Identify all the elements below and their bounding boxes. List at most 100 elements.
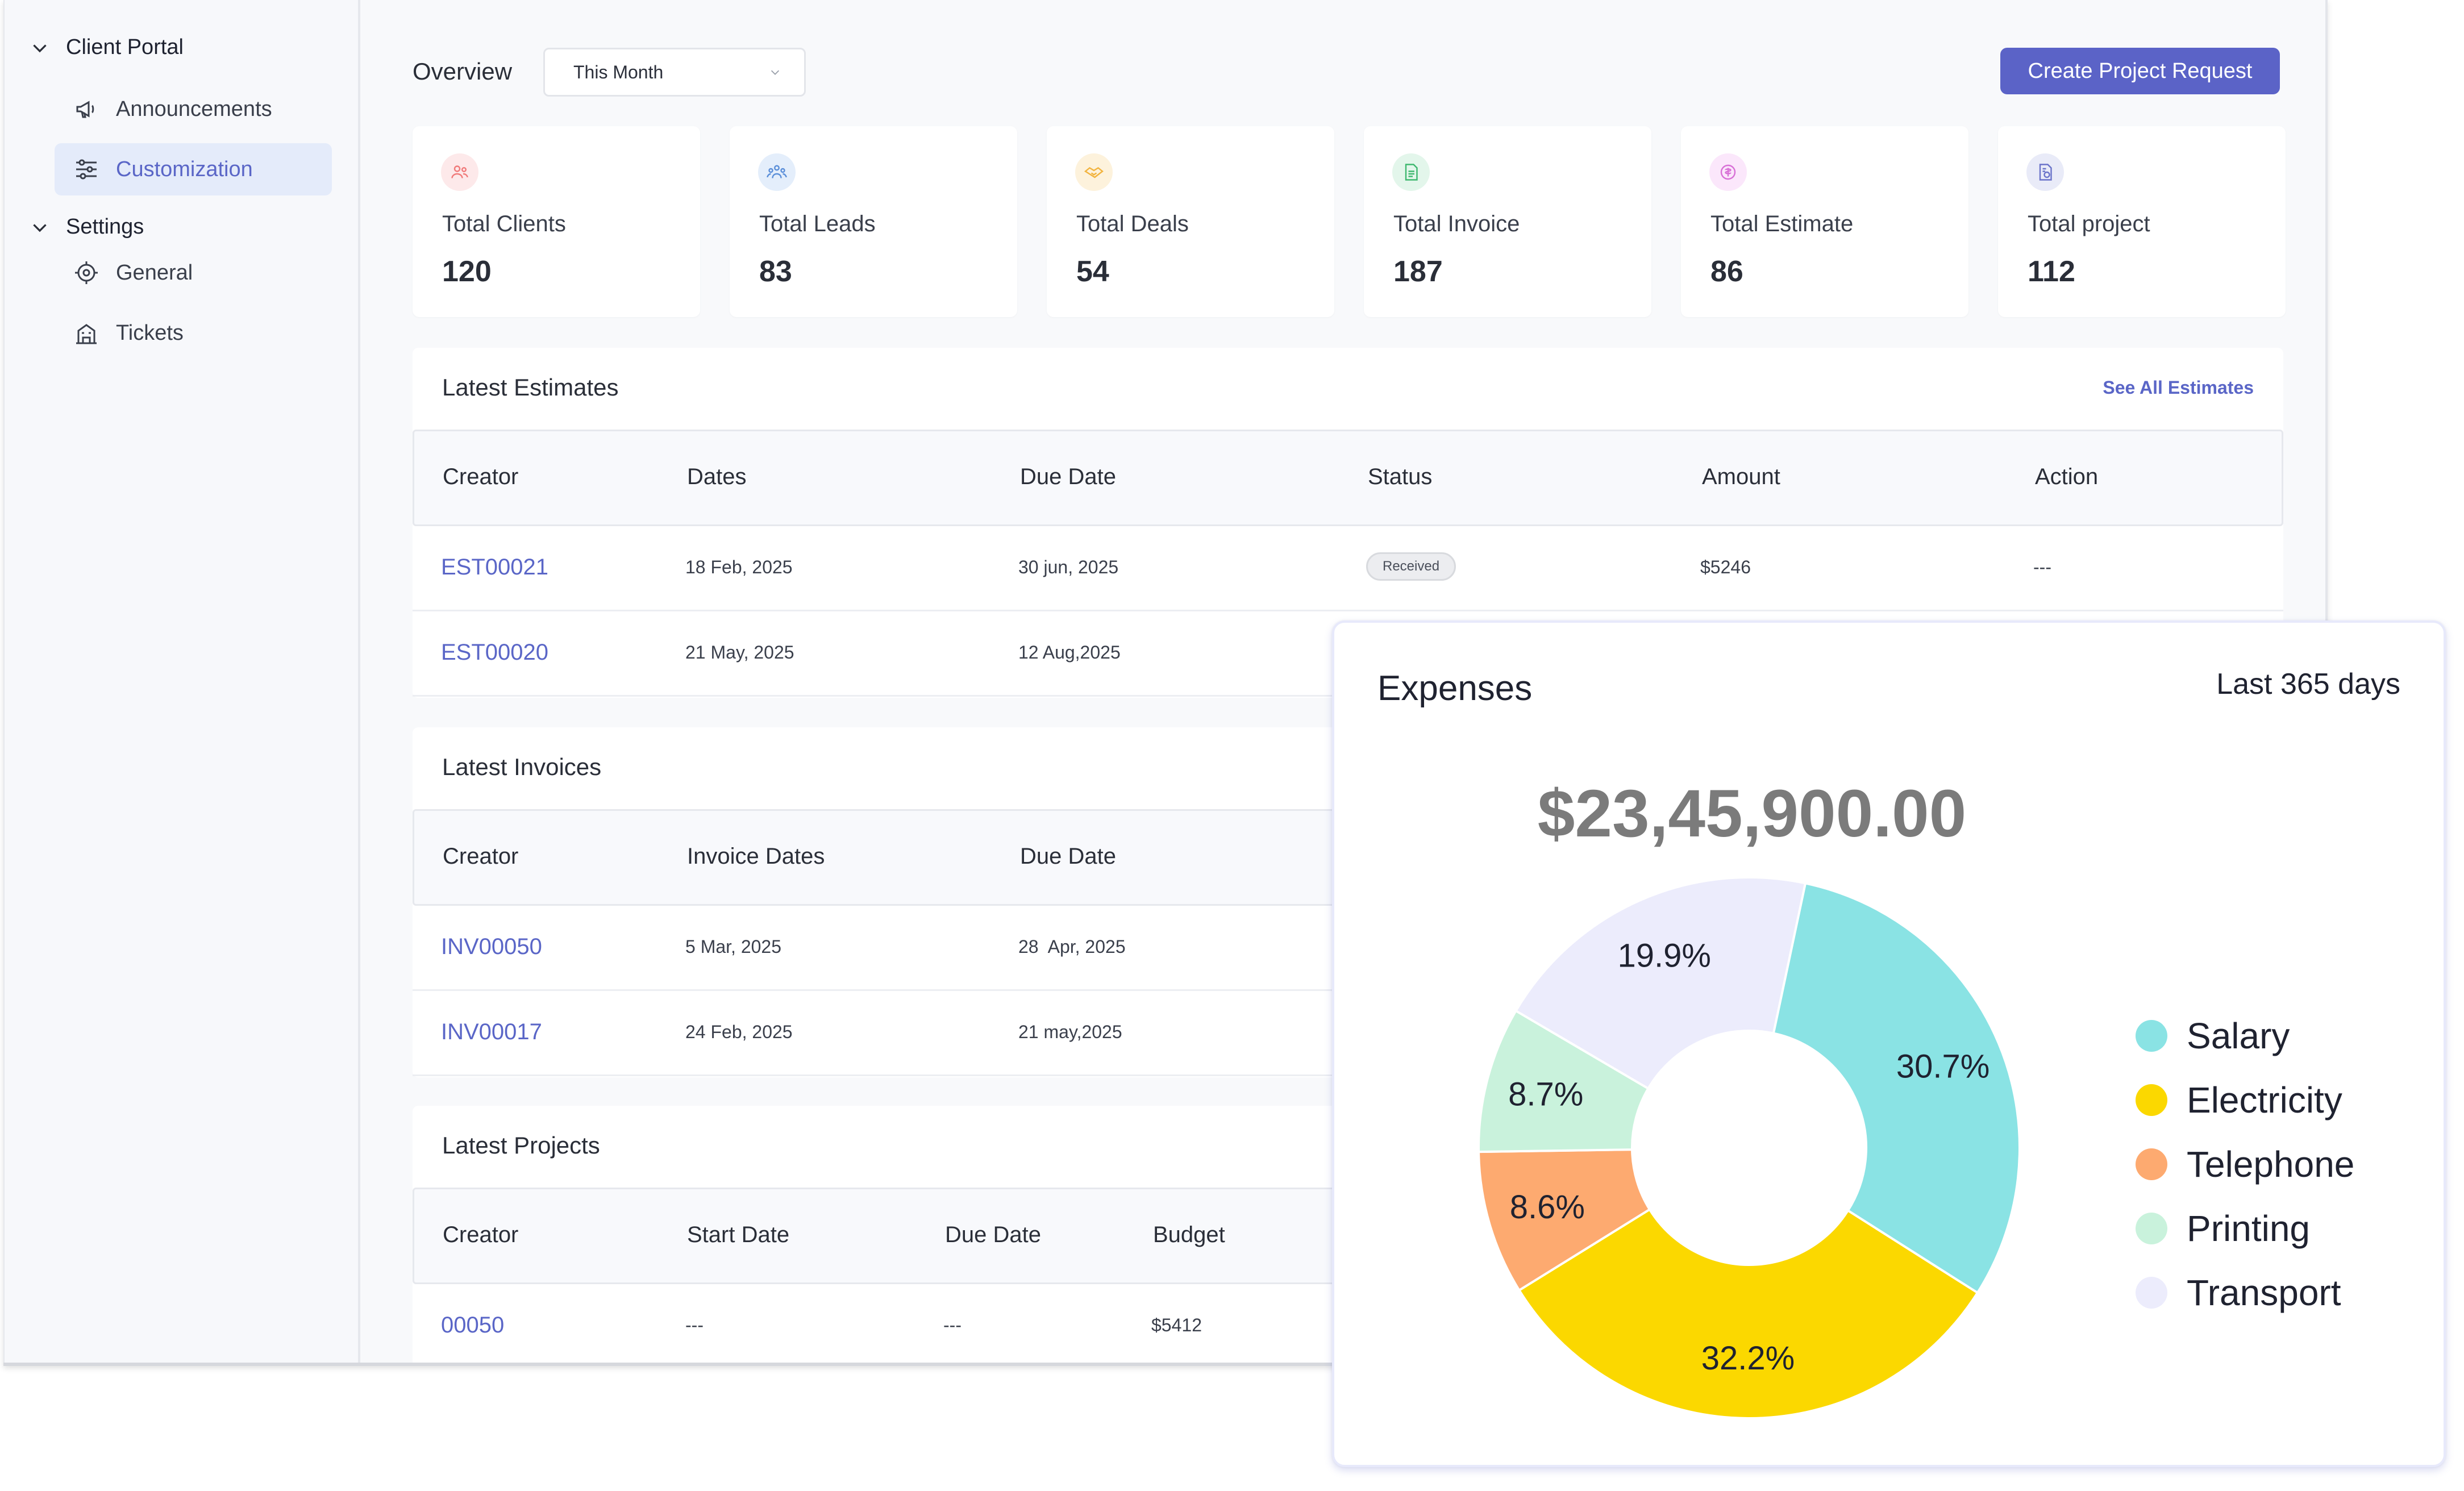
legend-swatch (2136, 1020, 2167, 1052)
estimate-amount: $5246 (1700, 557, 1751, 577)
sidebar-group-settings[interactable]: Settings (30, 215, 144, 239)
target-icon (75, 261, 98, 284)
period-select-value: This Month (573, 61, 664, 82)
megaphone-icon (76, 101, 94, 118)
expenses-title: Expenses (1377, 669, 1533, 708)
sidebar-item-label: Tickets (116, 320, 184, 345)
invoice-icon (1392, 153, 1430, 191)
project-budget: $5412 (1151, 1315, 1202, 1335)
sliders-icon (76, 159, 97, 180)
estimate-date: 21 May, 2025 (685, 642, 794, 663)
stat-value: 120 (442, 255, 492, 288)
invoice-due-date: 28 Apr, 2025 (1018, 936, 1126, 957)
panel-title: Latest Invoices (442, 753, 602, 780)
stat-card-deals[interactable]: Total Deals 54 (1047, 126, 1334, 317)
stat-label: Total Estimate (1710, 211, 1854, 236)
stat-card-invoice[interactable]: Total Invoice 187 (1364, 126, 1651, 317)
column-header[interactable]: Status (1368, 464, 1432, 490)
page-title: Overview (413, 58, 513, 85)
column-header[interactable]: Start Date (687, 1222, 789, 1248)
chevron-down-icon (771, 70, 780, 75)
stat-value: 86 (1710, 255, 1743, 288)
legend-item-electricity[interactable]: Electricity (2136, 1079, 2342, 1121)
table-header: Creator Dates Due Date Status Amount Act… (413, 430, 2283, 526)
column-header[interactable]: Due Date (1020, 844, 1116, 869)
column-header[interactable]: Dates (687, 464, 747, 490)
legend-swatch (2136, 1148, 2167, 1180)
estimate-due-date: 30 jun, 2025 (1018, 557, 1119, 577)
period-select[interactable]: This Month (543, 48, 806, 97)
project-icon (2026, 153, 2064, 191)
legend-label: Telephone (2187, 1144, 2355, 1185)
column-header[interactable]: Action (2035, 464, 2098, 490)
clients-icon (441, 153, 478, 191)
estimate-due-date: 12 Aug,2025 (1018, 642, 1121, 663)
building-icon (76, 324, 97, 344)
stat-card-leads[interactable]: Total Leads 83 (730, 126, 1017, 317)
estimate-date: 18 Feb, 2025 (685, 557, 793, 577)
column-header[interactable]: Creator (443, 464, 518, 490)
sidebar-item-label: Announcements (116, 97, 272, 121)
sidebar-item-tickets[interactable]: Tickets (55, 307, 332, 359)
sidebar-group-label: Client Portal (66, 35, 184, 59)
legend-swatch (2136, 1213, 2167, 1244)
stat-value: 54 (1076, 255, 1109, 288)
stat-label: Total project (2028, 211, 2150, 236)
panel-title: Latest Estimates (442, 374, 619, 401)
panel-title: Latest Projects (442, 1132, 600, 1159)
handshake-icon (1075, 153, 1113, 191)
expenses-total: $23,45,900.00 (1537, 776, 1967, 851)
stat-label: Total Invoice (1393, 211, 1520, 236)
invoice-id-link[interactable]: INV00050 (441, 934, 542, 960)
pie-slice-salary[interactable] (1772, 882, 2021, 1294)
slice-label-salary: 30.7% (1896, 1048, 1989, 1085)
row-action[interactable]: --- (2033, 557, 2051, 578)
project-due-date: --- (943, 1315, 962, 1335)
column-header[interactable]: Due Date (1020, 464, 1116, 490)
sidebar-item-label: General (116, 260, 193, 285)
legend-item-transport[interactable]: Transport (2136, 1272, 2341, 1314)
estimate-id-link[interactable]: EST00020 (441, 640, 548, 665)
column-header[interactable]: Budget (1153, 1222, 1225, 1248)
column-header[interactable]: Amount (1702, 464, 1780, 490)
estimate-icon (1709, 153, 1747, 191)
stat-card-project[interactable]: Total project 112 (1998, 126, 2286, 317)
sidebar-item-customization[interactable]: Customization (55, 143, 332, 195)
expenses-range[interactable]: Last 365 days (2216, 667, 2400, 701)
stat-card-clients[interactable]: Total Clients 120 (413, 126, 700, 317)
invoice-id-link[interactable]: INV00017 (441, 1019, 542, 1045)
project-id-link[interactable]: 00050 (441, 1313, 504, 1338)
stat-label: Total Clients (442, 211, 566, 236)
column-header[interactable]: Due Date (945, 1222, 1041, 1248)
legend-label: Electricity (2187, 1080, 2342, 1121)
expenses-card: 30.7% 32.2% 8.6% 8.7% 19.9% Expenses Last 36… (1332, 620, 2446, 1467)
sidebar-item-label: Customization (116, 157, 253, 181)
column-header[interactable]: Creator (443, 1222, 518, 1248)
invoice-date: 24 Feb, 2025 (685, 1022, 793, 1042)
legend-label: Transport (2187, 1272, 2341, 1313)
legend-swatch (2136, 1084, 2167, 1116)
stat-label: Total Leads (759, 211, 876, 236)
sidebar-item-announcements[interactable]: Announcements (55, 83, 332, 135)
sidebar-item-general[interactable]: General (55, 247, 332, 299)
stat-value: 187 (1393, 255, 1443, 288)
sidebar-group-client-portal[interactable]: Client Portal (30, 35, 184, 60)
legend-item-telephone[interactable]: Telephone (2136, 1143, 2354, 1185)
see-all-estimates-link[interactable]: See All Estimates (2103, 377, 2254, 398)
legend-swatch (2136, 1277, 2167, 1309)
table-row[interactable]: EST00021 18 Feb, 2025 30 jun, 2025 Recei… (413, 526, 2283, 611)
column-header[interactable]: Creator (443, 844, 518, 869)
project-start-date: --- (685, 1315, 704, 1335)
invoice-due-date: 21 may,2025 (1018, 1022, 1122, 1042)
chevron-down-icon (33, 44, 47, 52)
status-badge: Received (1366, 552, 1456, 581)
legend-item-salary[interactable]: Salary (2136, 1015, 2290, 1057)
legend-item-printing[interactable]: Printing (2136, 1207, 2310, 1250)
sidebar-group-label: Settings (66, 215, 144, 239)
column-header[interactable]: Invoice Dates (687, 844, 825, 869)
slice-label-electricity: 32.2% (1701, 1340, 1795, 1377)
slice-label-telephone: 8.6% (1510, 1189, 1585, 1226)
create-project-request-button[interactable]: Create Project Request (2000, 48, 2280, 94)
stat-card-estimate[interactable]: Total Estimate 86 (1681, 126, 1968, 317)
estimate-id-link[interactable]: EST00021 (441, 555, 548, 580)
